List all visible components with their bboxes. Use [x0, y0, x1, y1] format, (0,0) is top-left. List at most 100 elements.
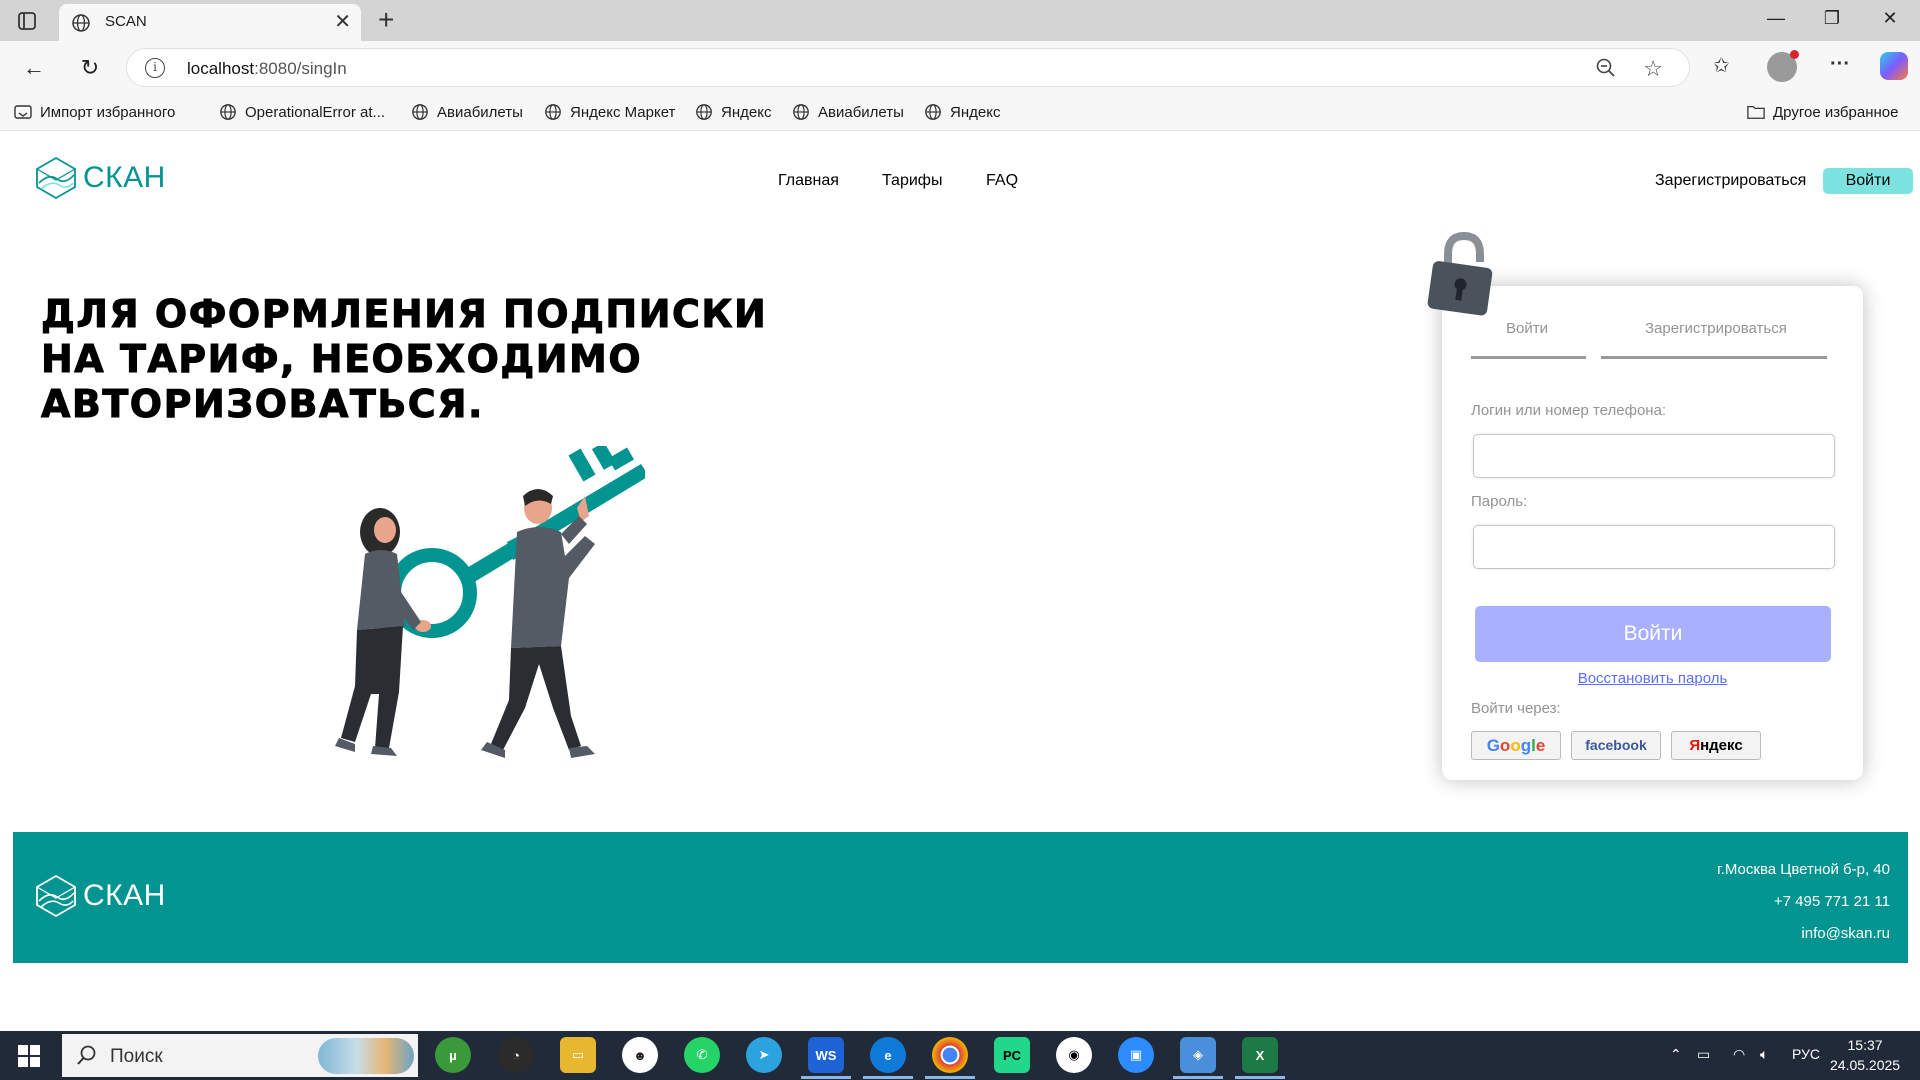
- globe-icon: [220, 104, 236, 120]
- nav-link-faq[interactable]: FAQ: [986, 172, 1018, 190]
- new-tab-icon[interactable]: +: [378, 5, 394, 35]
- search-icon: [77, 1045, 96, 1065]
- search-highlight-image: [318, 1038, 414, 1074]
- more-icon[interactable]: ···: [1830, 53, 1850, 76]
- wifi-icon[interactable]: ◠: [1733, 1046, 1745, 1063]
- login-input[interactable]: [1473, 434, 1835, 478]
- padlock-icon: [1427, 231, 1493, 316]
- header-login-button[interactable]: Войти: [1823, 168, 1913, 194]
- other-bookmarks[interactable]: Другое избранное: [1747, 103, 1898, 121]
- zoom-out-icon[interactable]: [1595, 57, 1617, 79]
- active-app-indicator: [925, 1076, 975, 1079]
- tab-actions-icon[interactable]: [16, 10, 38, 32]
- active-app-indicator: [1173, 1076, 1223, 1079]
- nav-link-home[interactable]: Главная: [778, 172, 839, 190]
- site-header: СКАН Главная Тарифы FAQ Зарегистрировать…: [5, 132, 1915, 228]
- restore-password-link[interactable]: Восстановить пароль: [1442, 670, 1863, 687]
- speedometer-icon[interactable]: ◔: [498, 1037, 534, 1073]
- active-app-indicator: [801, 1076, 851, 1079]
- telegram-icon[interactable]: ➤: [746, 1037, 782, 1073]
- battery-icon[interactable]: ▭: [1697, 1046, 1710, 1063]
- tab-login[interactable]: Войти: [1506, 320, 1548, 337]
- bookmarks-bar: Импорт избранного OperationalError at...…: [0, 94, 1920, 131]
- game-app-icon[interactable]: ☻: [622, 1037, 658, 1073]
- url-text[interactable]: localhost:8080/singIn: [187, 59, 347, 79]
- windows-start-icon[interactable]: [18, 1045, 40, 1067]
- close-tab-icon[interactable]: ✕: [334, 12, 351, 32]
- clock-time: 15:37: [1847, 1037, 1883, 1053]
- back-icon[interactable]: ←: [20, 54, 48, 82]
- auth-card: Войти Зарегистрироваться Логин или номер…: [1442, 286, 1863, 780]
- folder-icon: [1747, 105, 1765, 119]
- chrome-icon[interactable]: [932, 1037, 968, 1073]
- edge-browser-icon[interactable]: e: [870, 1037, 906, 1073]
- password-input[interactable]: [1473, 525, 1835, 569]
- pycharm-icon[interactable]: PC: [994, 1037, 1030, 1073]
- footer-email[interactable]: info@skan.ru: [1717, 918, 1890, 950]
- bookmark-item[interactable]: Яндекс: [924, 103, 1000, 121]
- register-link[interactable]: Зарегистрироваться: [1655, 172, 1806, 190]
- utorrent-icon[interactable]: µ: [435, 1037, 471, 1073]
- github-icon[interactable]: ◉: [1056, 1037, 1092, 1073]
- google-login-button[interactable]: Google: [1471, 731, 1561, 760]
- taskbar-search[interactable]: Поиск: [62, 1034, 418, 1077]
- logo-text: СКАН: [83, 161, 166, 194]
- favorites-icon[interactable]: ✩: [1713, 53, 1730, 78]
- bookmark-item[interactable]: Авиабилеты: [792, 103, 904, 121]
- globe-icon: [793, 104, 809, 120]
- footer-logo[interactable]: СКАН: [35, 874, 166, 918]
- favorite-star-icon[interactable]: ☆: [1643, 56, 1663, 82]
- scan-logo-icon: [36, 156, 76, 200]
- volume-icon[interactable]: 🔈︎: [1760, 1046, 1768, 1063]
- site-logo[interactable]: СКАН: [35, 156, 166, 200]
- bookmark-import[interactable]: Импорт избранного: [14, 103, 175, 121]
- zoom-icon[interactable]: ▣: [1118, 1037, 1154, 1073]
- yandex-login-button[interactable]: Яндекс: [1671, 731, 1761, 760]
- tab-login-underline: [1471, 356, 1586, 359]
- close-window-icon[interactable]: ✕: [1870, 8, 1910, 29]
- login-label: Логин или номер телефона:: [1471, 402, 1667, 419]
- webstorm-icon[interactable]: WS: [808, 1037, 844, 1073]
- browser-toolbar: ← ↻ i localhost:8080/singIn ☆ ✩ ···: [0, 41, 1920, 94]
- restore-window-icon[interactable]: ❐: [1812, 8, 1852, 29]
- virtualbox-icon[interactable]: ◈: [1180, 1037, 1216, 1073]
- facebook-login-button[interactable]: facebook: [1571, 731, 1661, 760]
- site-info-icon[interactable]: i: [145, 58, 165, 78]
- bookmark-item[interactable]: OperationalError at...: [219, 103, 385, 121]
- man-figure: [481, 489, 595, 758]
- browser-tab-bar: SCAN ✕ + — ❐ ✕: [0, 0, 1920, 41]
- scan-logo-icon: [36, 874, 76, 918]
- bookmark-item[interactable]: Яндекс: [695, 103, 771, 121]
- notification-dot: [1790, 50, 1799, 59]
- bookmark-item[interactable]: Яндекс Маркет: [544, 103, 675, 121]
- search-placeholder: Поиск: [110, 1046, 163, 1067]
- address-bar[interactable]: i localhost:8080/singIn ☆: [126, 48, 1690, 87]
- web-page: СКАН Главная Тарифы FAQ Зарегистрировать…: [5, 132, 1915, 1025]
- clock-date: 24.05.2025: [1830, 1057, 1901, 1073]
- file-explorer-icon[interactable]: ▭: [560, 1037, 596, 1073]
- language-indicator[interactable]: РУС: [1792, 1046, 1820, 1062]
- copilot-icon[interactable]: [1880, 52, 1908, 80]
- page-headline: Для оформления подписки на тариф, необхо…: [41, 292, 768, 427]
- whatsapp-icon[interactable]: ✆: [684, 1037, 720, 1073]
- site-footer: СКАН г.Москва Цветной б-р, 40 +7 495 771…: [13, 832, 1908, 963]
- minimize-icon[interactable]: —: [1756, 8, 1796, 29]
- tray-chevron-icon[interactable]: ⌃: [1670, 1046, 1682, 1063]
- globe-icon: [696, 104, 712, 120]
- submit-login-button[interactable]: Войти: [1475, 606, 1831, 662]
- excel-icon[interactable]: X: [1242, 1037, 1278, 1073]
- taskbar-clock[interactable]: 15:37 24.05.2025: [1830, 1035, 1900, 1075]
- bookmark-item[interactable]: Авиабилеты: [411, 103, 523, 121]
- tab-register[interactable]: Зарегистрироваться: [1645, 320, 1787, 337]
- tab-title: SCAN: [105, 13, 147, 30]
- profile-avatar[interactable]: [1767, 50, 1799, 82]
- windows-taskbar: Поиск µ ◔ ▭ ☻ ✆ ➤ WS e PC ◉ ▣ ◈ X ⌃ ▭ ◠ …: [0, 1031, 1920, 1080]
- logo-text: СКАН: [83, 879, 166, 912]
- people-with-key-illustration: [335, 446, 645, 758]
- browser-tab[interactable]: SCAN ✕: [59, 4, 361, 41]
- reload-icon[interactable]: ↻: [76, 54, 104, 82]
- globe-icon: [412, 104, 428, 120]
- active-app-indicator: [1235, 1076, 1285, 1079]
- nav-link-tariffs[interactable]: Тарифы: [882, 172, 942, 190]
- footer-phone[interactable]: +7 495 771 21 11: [1717, 886, 1890, 918]
